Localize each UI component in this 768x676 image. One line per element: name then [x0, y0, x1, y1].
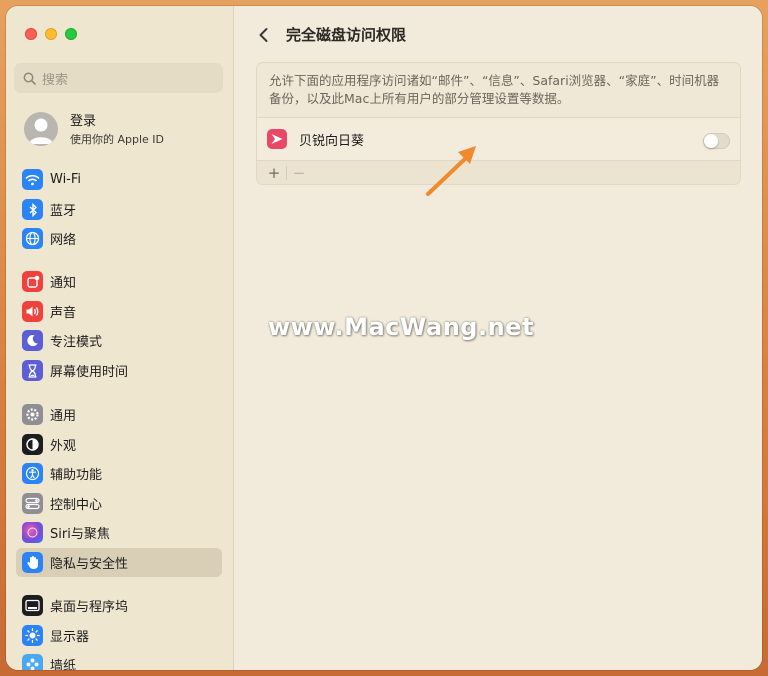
hand-icon [22, 552, 43, 573]
app-name: 贝锐向日葵 [299, 133, 365, 149]
annotation-arrow-icon [426, 146, 476, 196]
search-placeholder: 搜索 [42, 72, 69, 88]
accessibility-icon [22, 463, 43, 484]
brightness-icon [22, 625, 43, 646]
sidebar-item-label: 辅助功能 [50, 468, 103, 483]
sidebar-item-wifi[interactable]: Wi-Fi [16, 165, 222, 194]
sidebar-item-label: 网络 [50, 233, 77, 248]
sidebar-item-label: 屏幕使用时间 [50, 365, 129, 380]
sidebar-item-label: 通知 [50, 276, 77, 291]
sidebar-item-control-center[interactable]: 控制中心 [16, 489, 222, 518]
bell-icon [22, 271, 43, 292]
toggle-knob [704, 134, 718, 148]
sidebar: 搜索 登录 使用你的 Apple ID Wi-Fi 蓝牙 网络 通知 声音 专注… [6, 6, 234, 670]
bluetooth-icon [22, 199, 43, 220]
sidebar-item-label: 桌面与程序坞 [50, 600, 129, 615]
sunlogin-app-icon [267, 129, 287, 149]
sidebar-item-desktop-dock[interactable]: 桌面与程序坞 [16, 591, 222, 620]
description-text: 允许下面的应用程序访问诸如“邮件”、“信息”、Safari浏览器、“家庭”、时间… [269, 73, 720, 106]
hourglass-icon [22, 360, 43, 381]
apple-id-sign-in[interactable]: 登录 使用你的 Apple ID [24, 110, 164, 147]
footer-divider [286, 165, 287, 180]
sidebar-item-label: 蓝牙 [50, 204, 77, 219]
back-button[interactable] [256, 26, 272, 44]
sidebar-item-label: Wi-Fi [50, 172, 82, 187]
sidebar-item-bluetooth[interactable]: 蓝牙 [16, 195, 222, 224]
sidebar-item-label: Siri与聚焦 [50, 527, 110, 542]
sidebar-item-focus[interactable]: 专注模式 [16, 326, 222, 355]
add-app-button[interactable]: + [264, 164, 284, 182]
globe-icon [22, 228, 43, 249]
speaker-icon [22, 301, 43, 322]
search-input[interactable]: 搜索 [14, 63, 223, 93]
appearance-icon [22, 434, 43, 455]
dock-icon [22, 595, 43, 616]
wallpaper-icon [22, 654, 43, 670]
minimize-button[interactable] [45, 28, 57, 40]
sidebar-item-label: 声音 [50, 306, 77, 321]
watermark: www.MacWang.net [268, 313, 534, 341]
sidebar-item-label: 隐私与安全性 [50, 557, 129, 572]
wifi-icon [22, 169, 43, 190]
app-access-toggle[interactable] [703, 133, 730, 149]
list-footer: + − [257, 160, 740, 184]
sidebar-item-label: 通用 [50, 409, 77, 424]
account-title: 登录 [70, 114, 97, 129]
page-title: 完全磁盘访问权限 [286, 26, 407, 44]
person-icon [29, 118, 53, 144]
chevron-left-icon [259, 28, 268, 42]
sidebar-item-network[interactable]: 网络 [16, 224, 222, 253]
sidebar-item-wallpaper[interactable]: 墙纸 [16, 650, 222, 670]
search-icon [23, 72, 36, 85]
avatar [24, 111, 58, 146]
full-disk-access-panel: 允许下面的应用程序访问诸如“邮件”、“信息”、Safari浏览器、“家庭”、时间… [256, 62, 741, 185]
sidebar-item-sound[interactable]: 声音 [16, 297, 222, 326]
siri-icon [22, 522, 43, 543]
sidebar-item-label: 显示器 [50, 630, 90, 645]
sidebar-item-label: 专注模式 [50, 335, 103, 350]
remove-app-button[interactable]: − [289, 164, 309, 182]
sidebar-item-appearance[interactable]: 外观 [16, 430, 222, 459]
app-row: 贝锐向日葵 [257, 117, 740, 160]
control-center-icon [22, 493, 43, 514]
close-button[interactable] [25, 28, 37, 40]
sidebar-item-privacy-security[interactable]: 隐私与安全性 [16, 548, 222, 577]
sidebar-item-label: 外观 [50, 439, 77, 454]
sidebar-item-displays[interactable]: 显示器 [16, 621, 222, 650]
sidebar-item-label: 控制中心 [50, 498, 103, 513]
window-controls [25, 28, 77, 40]
zoom-button[interactable] [65, 28, 77, 40]
gear-icon [22, 404, 43, 425]
sidebar-item-general[interactable]: 通用 [16, 400, 222, 429]
sidebar-item-screen-time[interactable]: 屏幕使用时间 [16, 356, 222, 385]
moon-icon [22, 330, 43, 351]
sidebar-item-notifications[interactable]: 通知 [16, 267, 222, 296]
account-subtitle: 使用你的 Apple ID [70, 133, 165, 146]
sidebar-item-accessibility[interactable]: 辅助功能 [16, 459, 222, 488]
sidebar-item-label: 墙纸 [50, 659, 77, 670]
sidebar-item-siri-spotlight[interactable]: Siri与聚焦 [16, 518, 222, 547]
